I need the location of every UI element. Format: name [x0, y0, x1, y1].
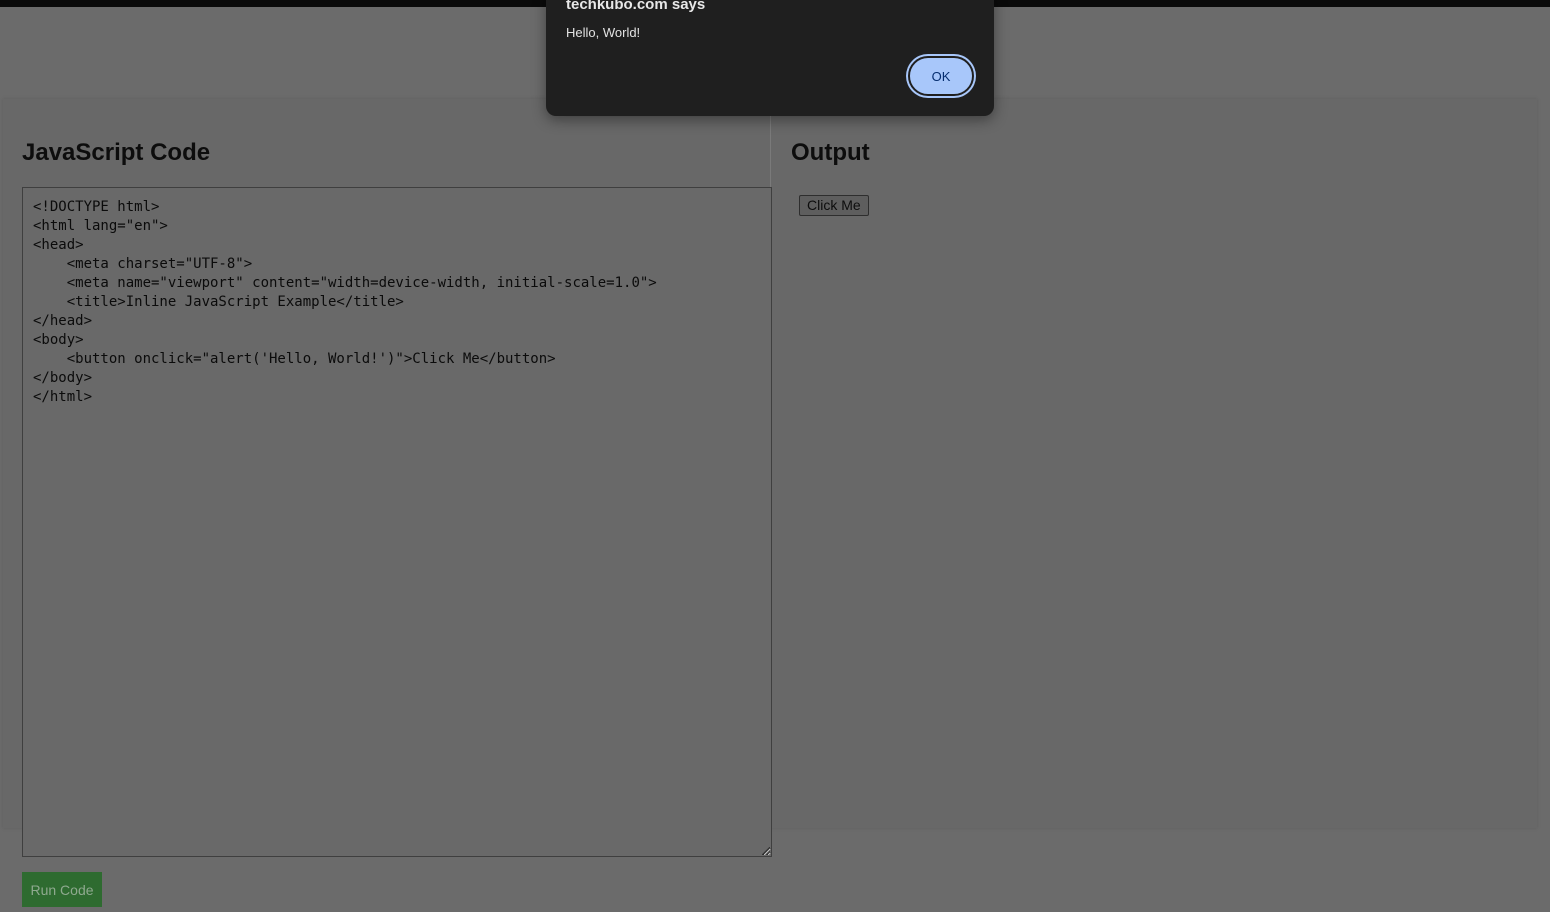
- editor-heading: JavaScript Code: [22, 139, 211, 166]
- alert-dialog-title: techkubo.com says: [566, 0, 706, 13]
- output-heading: Output: [791, 139, 870, 166]
- textarea-resize-handle[interactable]: [762, 847, 770, 855]
- alert-dialog: techkubo.com says Hello, World! OK: [546, 0, 994, 116]
- alert-dialog-message: Hello, World!: [566, 25, 641, 40]
- code-editor-textarea[interactable]: <!DOCTYPE html> <html lang="en"> <head> …: [22, 187, 772, 857]
- output-click-me-button[interactable]: Click Me: [799, 195, 869, 216]
- run-code-button[interactable]: Run Code: [22, 872, 102, 907]
- alert-ok-button[interactable]: OK: [908, 56, 974, 96]
- output-panel: [771, 99, 1537, 828]
